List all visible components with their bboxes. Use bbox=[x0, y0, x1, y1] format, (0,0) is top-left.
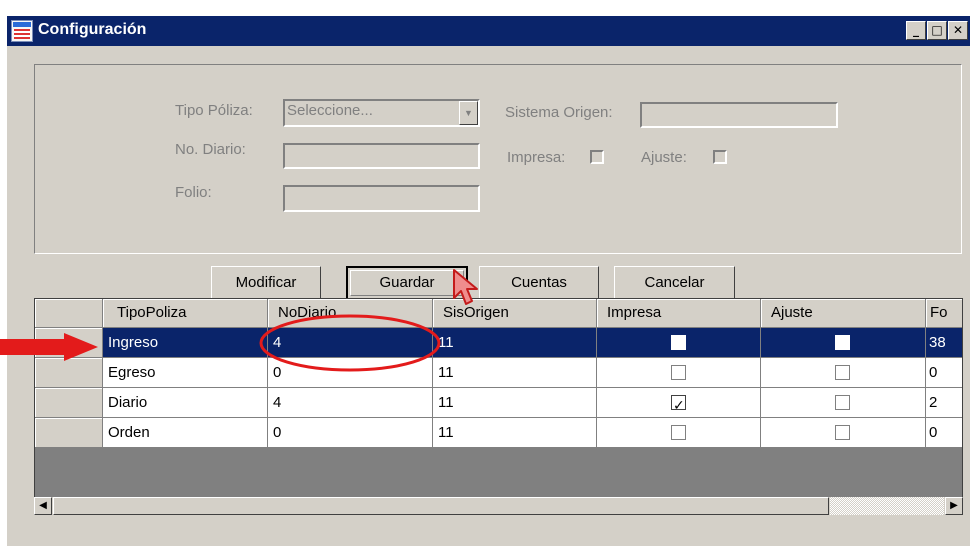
tipo-poliza-value: Seleccione... bbox=[287, 102, 373, 119]
no-diario-label: No. Diario: bbox=[175, 141, 246, 158]
row-selector[interactable] bbox=[35, 418, 103, 448]
ajuste-grid-checkbox[interactable] bbox=[835, 395, 850, 410]
ajuste-grid-checkbox[interactable] bbox=[835, 365, 850, 380]
scrollbar-thumb[interactable] bbox=[53, 497, 829, 515]
tipo-poliza-select[interactable]: Seleccione... ▼ bbox=[283, 99, 480, 127]
chevron-down-icon[interactable]: ▼ bbox=[459, 101, 478, 125]
column-header-nodiario[interactable]: NoDiario bbox=[268, 299, 433, 328]
grid-header: TipoPoliza NoDiario SisOrigen Impresa Aj… bbox=[35, 299, 962, 329]
column-header-ajuste[interactable]: Ajuste bbox=[761, 299, 926, 328]
column-header-impresa[interactable]: Impresa bbox=[597, 299, 761, 328]
cell-sisorigen[interactable]: 11 bbox=[433, 358, 597, 388]
cell-tipopoliza[interactable]: Egreso bbox=[103, 358, 268, 388]
cell-nodiario[interactable]: 4 bbox=[268, 388, 433, 418]
cell-ajuste[interactable] bbox=[761, 328, 926, 358]
cell-ajuste[interactable] bbox=[761, 388, 926, 418]
column-header-folio[interactable]: Fo bbox=[926, 299, 962, 328]
sistema-origen-field[interactable] bbox=[640, 102, 838, 128]
cell-sisorigen[interactable]: 11 bbox=[433, 418, 597, 448]
row-header-corner bbox=[35, 299, 103, 328]
horizontal-scrollbar[interactable]: ◀ ▶ bbox=[34, 497, 963, 515]
modificar-button[interactable]: Modificar bbox=[211, 266, 321, 300]
table-row[interactable]: Orden 0 11 0 bbox=[35, 418, 962, 448]
cell-folio[interactable]: 0 bbox=[926, 358, 962, 388]
cancelar-button[interactable]: Cancelar bbox=[614, 266, 735, 300]
impresa-checkbox[interactable] bbox=[590, 150, 604, 164]
scrollbar-track[interactable] bbox=[830, 497, 944, 515]
scroll-right-icon[interactable]: ▶ bbox=[945, 497, 963, 515]
cell-tipopoliza[interactable]: Orden bbox=[103, 418, 268, 448]
cell-nodiario[interactable]: 0 bbox=[268, 358, 433, 388]
table-row[interactable]: Egreso 0 11 0 bbox=[35, 358, 962, 388]
tipo-poliza-label: Tipo Póliza: bbox=[175, 102, 253, 119]
maximize-button[interactable]: □ bbox=[927, 21, 947, 40]
table-row[interactable]: Ingreso 4 11 38 bbox=[35, 328, 962, 358]
app-icon bbox=[11, 20, 33, 42]
cell-folio[interactable]: 38 bbox=[926, 328, 962, 358]
cell-ajuste[interactable] bbox=[761, 358, 926, 388]
cuentas-button[interactable]: Cuentas bbox=[479, 266, 599, 300]
close-button[interactable]: ✕ bbox=[948, 21, 968, 40]
row-selector[interactable] bbox=[35, 388, 103, 418]
configuracion-grid[interactable]: TipoPoliza NoDiario SisOrigen Impresa Aj… bbox=[34, 298, 963, 515]
impresa-grid-checkbox[interactable] bbox=[671, 365, 686, 380]
cell-sisorigen[interactable]: 11 bbox=[433, 328, 597, 358]
impresa-grid-checkbox[interactable] bbox=[671, 335, 686, 350]
cell-sisorigen[interactable]: 11 bbox=[433, 388, 597, 418]
cell-impresa[interactable] bbox=[597, 358, 761, 388]
cell-folio[interactable]: 2 bbox=[926, 388, 962, 418]
no-diario-field[interactable] bbox=[283, 143, 480, 169]
impresa-grid-checkbox[interactable] bbox=[671, 392, 686, 417]
impresa-label: Impresa: bbox=[507, 149, 566, 166]
ajuste-label: Ajuste: bbox=[641, 149, 687, 166]
title-bar[interactable]: Configuración _ □ ✕ bbox=[7, 16, 970, 46]
cell-impresa[interactable] bbox=[597, 418, 761, 448]
filter-group-box bbox=[34, 64, 962, 254]
cell-impresa[interactable] bbox=[597, 328, 761, 358]
cell-ajuste[interactable] bbox=[761, 418, 926, 448]
cell-tipopoliza[interactable]: Diario bbox=[103, 388, 268, 418]
mouse-pointer-icon bbox=[453, 269, 478, 305]
cell-tipopoliza[interactable]: Ingreso bbox=[103, 328, 268, 358]
cell-folio[interactable]: 0 bbox=[926, 418, 962, 448]
cell-nodiario[interactable]: 0 bbox=[268, 418, 433, 448]
folio-label: Folio: bbox=[175, 184, 212, 201]
red-arrow-annotation-icon bbox=[0, 333, 98, 361]
ajuste-grid-checkbox[interactable] bbox=[835, 335, 850, 350]
ajuste-checkbox[interactable] bbox=[713, 150, 727, 164]
window-title: Configuración bbox=[38, 21, 147, 38]
cell-impresa[interactable] bbox=[597, 388, 761, 418]
sistema-origen-label: Sistema Origen: bbox=[505, 104, 613, 121]
table-row[interactable]: Diario 4 11 2 bbox=[35, 388, 962, 418]
impresa-grid-checkbox[interactable] bbox=[671, 425, 686, 440]
folio-field[interactable] bbox=[283, 185, 480, 212]
column-header-tipopoliza[interactable]: TipoPoliza bbox=[103, 299, 268, 328]
ajuste-grid-checkbox[interactable] bbox=[835, 425, 850, 440]
row-selector[interactable] bbox=[35, 358, 103, 388]
minimize-button[interactable]: _ bbox=[906, 21, 926, 40]
guardar-button[interactable]: Guardar bbox=[346, 266, 468, 300]
cell-nodiario[interactable]: 4 bbox=[268, 328, 433, 358]
scroll-left-icon[interactable]: ◀ bbox=[34, 497, 52, 515]
